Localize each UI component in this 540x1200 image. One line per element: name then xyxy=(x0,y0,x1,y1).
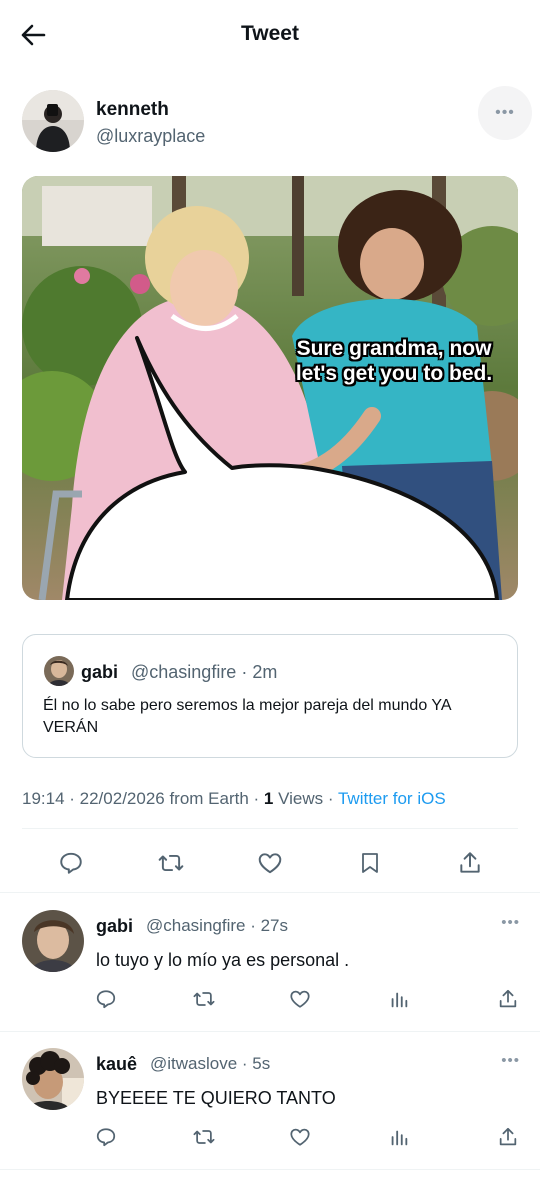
reply-text: lo tuyo y lo mío ya es personal . xyxy=(96,950,350,970)
views-label: Views · xyxy=(273,789,338,808)
more-dots-icon: ••• xyxy=(495,104,515,121)
heart-icon xyxy=(290,1128,310,1146)
share-icon xyxy=(460,852,480,873)
quoted-author-avatar[interactable] xyxy=(44,656,74,686)
views-icon xyxy=(391,992,408,1008)
tweet-timestamp: 19:14 · 22/02/2026 from Earth · xyxy=(22,789,264,808)
heart-icon xyxy=(290,990,310,1008)
divider xyxy=(22,828,518,829)
reply-author-handle[interactable]: @itwaslove · 5s xyxy=(150,1054,270,1074)
divider xyxy=(0,892,540,893)
like-button[interactable] xyxy=(255,848,285,878)
quoted-tweet[interactable]: gabi @chasingfire · 2m Él no lo sabe per… xyxy=(22,634,518,758)
reply-author-avatar[interactable] xyxy=(22,1048,84,1110)
tweet-media-image[interactable]: Sure grandma, now let's get you to bed. xyxy=(22,176,518,600)
quoted-tweet-text: Él no lo sabe pero seremos la mejor pare… xyxy=(43,697,451,736)
reply-share-button[interactable] xyxy=(495,986,521,1012)
retweet-icon xyxy=(193,992,215,1006)
reply-tweet[interactable]: gabi @chasingfire · 27s ••• lo tuyo y lo… xyxy=(0,910,540,1030)
views-icon xyxy=(391,1130,408,1146)
reply-like-button[interactable] xyxy=(287,1124,313,1150)
retweet-button[interactable] xyxy=(156,848,186,878)
reply-tweet[interactable]: kauê @itwaslove · 5s ••• BYEEEE TE QUIER… xyxy=(0,1048,540,1168)
reply-retweet-button[interactable] xyxy=(191,986,217,1012)
share-button[interactable] xyxy=(455,848,485,878)
more-options-button[interactable]: ••• xyxy=(478,86,532,140)
meme-caption: Sure grandma, now let's get you to bed. xyxy=(284,336,504,386)
page-title: Tweet xyxy=(241,22,299,45)
share-icon xyxy=(499,989,517,1008)
bookmark-icon xyxy=(362,853,378,873)
reply-icon xyxy=(96,1128,116,1147)
retweet-icon xyxy=(193,1130,215,1144)
more-dots-icon: ••• xyxy=(501,1052,520,1069)
reply-views-button[interactable] xyxy=(386,1124,412,1150)
tweet-meta: 19:14 · 22/02/2026 from Earth · 1 Views … xyxy=(22,789,446,809)
reply-button[interactable] xyxy=(56,848,86,878)
tweet-author: kenneth @luxrayplace ••• xyxy=(22,86,532,154)
bookmark-button[interactable] xyxy=(355,848,385,878)
more-dots-icon: ••• xyxy=(501,914,520,931)
reply-like-button[interactable] xyxy=(287,986,313,1012)
reply-text: BYEEEE TE QUIERO TANTO xyxy=(96,1088,336,1108)
reply-icon xyxy=(96,990,116,1009)
tweet-source-link[interactable]: Twitter for iOS xyxy=(338,789,446,808)
reply-author-name[interactable]: kauê xyxy=(96,1054,137,1075)
reply-reply-button[interactable] xyxy=(93,986,119,1012)
reply-author-handle[interactable]: @chasingfire · 27s xyxy=(146,916,288,936)
reply-author-name[interactable]: gabi xyxy=(96,916,133,937)
divider xyxy=(0,1169,540,1170)
views-count: 1 xyxy=(263,789,274,808)
reply-retweet-button[interactable] xyxy=(191,1124,217,1150)
reply-more-button[interactable]: ••• xyxy=(501,914,520,931)
top-bar: Tweet xyxy=(0,0,540,70)
meme-caption-line-1: Sure grandma, now xyxy=(296,337,492,360)
reply-more-button[interactable]: ••• xyxy=(501,1052,520,1069)
quoted-author-name[interactable]: gabi xyxy=(81,662,118,683)
reply-views-button[interactable] xyxy=(386,986,412,1012)
author-handle[interactable]: @luxrayplace xyxy=(96,126,205,147)
tweet-actions xyxy=(0,838,540,884)
reply-reply-button[interactable] xyxy=(93,1124,119,1150)
reply-icon xyxy=(60,852,82,874)
reply-share-button[interactable] xyxy=(495,1124,521,1150)
meme-caption-line-2: let's get you to bed. xyxy=(295,362,493,385)
author-name[interactable]: kenneth xyxy=(96,99,169,121)
divider xyxy=(0,1031,540,1032)
author-avatar[interactable] xyxy=(22,90,84,152)
heart-icon xyxy=(258,853,282,874)
retweet-icon xyxy=(158,854,184,872)
share-icon xyxy=(499,1127,517,1146)
reply-author-avatar[interactable] xyxy=(22,910,84,972)
quoted-author-handle[interactable]: @chasingfire · 2m xyxy=(131,662,277,683)
